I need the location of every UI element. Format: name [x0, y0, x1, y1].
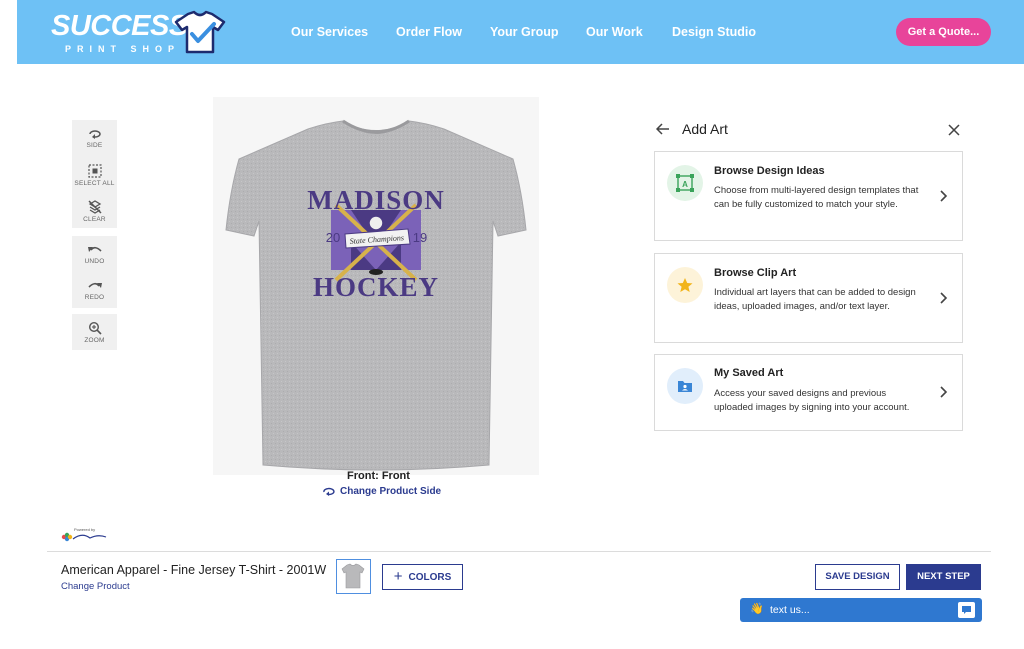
back-arrow-icon[interactable] [656, 122, 670, 136]
nav-our-work[interactable]: Our Work [586, 25, 643, 39]
product-name: American Apparel - Fine Jersey T-Shirt -… [61, 563, 327, 577]
card-description: Individual art layers that can be added … [714, 287, 916, 312]
card-title: Browse Design Ideas [714, 165, 825, 177]
select-all-icon [87, 164, 102, 178]
undo-icon [87, 246, 102, 252]
chevron-right-icon [940, 292, 948, 304]
design-line2: HOCKEY [313, 272, 439, 302]
zoom-button[interactable]: ZOOM [72, 317, 117, 349]
change-product-link[interactable]: Change Product [61, 581, 130, 592]
card-description: Choose from multi-layered design templat… [714, 185, 919, 210]
chevron-right-icon [940, 190, 948, 202]
star-icon [667, 267, 703, 303]
chevron-right-icon [940, 386, 948, 398]
site-header: SUCCESS PRINT SHOP Our Services Order Fl… [17, 0, 1024, 64]
logo-subtitle: PRINT SHOP [65, 44, 181, 54]
change-product-side-link[interactable]: Change Product Side [322, 486, 441, 497]
change-side-label: Change Product Side [340, 486, 442, 497]
select-all-tool-label: SELECT ALL [74, 180, 115, 187]
nav-our-services[interactable]: Our Services [291, 25, 368, 39]
clear-tool-label: CLEAR [83, 216, 106, 223]
panel-title: Add Art [682, 121, 728, 137]
clear-tool-button[interactable]: CLEAR [72, 196, 117, 228]
side-tool-button[interactable]: SIDE [72, 124, 117, 156]
powered-by-logo: Powered by [60, 526, 110, 544]
design-year-right: 19 [413, 230, 427, 245]
powered-by-text: Powered by [74, 527, 95, 532]
undo-button[interactable]: UNDO [72, 240, 117, 272]
nav-your-group[interactable]: Your Group [490, 25, 559, 39]
product-color-thumbnail[interactable] [336, 559, 371, 594]
close-icon[interactable] [947, 123, 961, 137]
history-tool-group: UNDO REDO [72, 236, 117, 308]
waving-hand-icon: 👋 [750, 603, 764, 615]
zoom-icon [88, 321, 102, 335]
next-step-button[interactable]: NEXT STEP [906, 564, 981, 590]
site-logo[interactable]: SUCCESS PRINT SHOP [51, 8, 231, 56]
nav-order-flow[interactable]: Order Flow [396, 25, 462, 39]
undo-label: UNDO [84, 258, 105, 265]
redo-icon [87, 282, 102, 288]
footer-divider [47, 551, 991, 552]
card-title: My Saved Art [714, 367, 784, 379]
zoom-tool-group: ZOOM [72, 314, 117, 350]
logo-shirt-icon [174, 10, 226, 54]
tshirt-image: MADISON 20 19 State Champions HOCKEY [225, 119, 527, 471]
redo-label: REDO [84, 294, 105, 301]
browse-design-ideas-card[interactable]: A Browse Design Ideas Choose from multi-… [654, 151, 963, 241]
colors-button[interactable]: + COLORS [382, 564, 463, 590]
redo-button[interactable]: REDO [72, 276, 117, 308]
select-all-tool-button[interactable]: SELECT ALL [72, 160, 117, 192]
rotate-side-icon [88, 130, 101, 139]
card-description: Access your saved designs and previous u… [714, 388, 910, 413]
design-line1: MADISON [307, 185, 445, 215]
tshirt-thumbnail-icon [341, 563, 365, 589]
save-design-button[interactable]: SAVE DESIGN [815, 564, 900, 590]
design-ideas-icon: A [667, 165, 703, 201]
get-a-quote-button[interactable]: Get a Quote... [896, 18, 991, 46]
nav-design-studio[interactable]: Design Studio [672, 25, 756, 39]
edit-tool-group: SIDE SELECT ALL CLEAR [72, 120, 117, 228]
clear-layers-icon [87, 200, 102, 214]
design-year-left: 20 [326, 230, 340, 245]
text-us-label: text us... [770, 604, 810, 616]
my-saved-art-card[interactable]: My Saved Art Access your saved designs a… [654, 354, 963, 431]
side-tool-label: SIDE [86, 142, 103, 149]
card-title: Browse Clip Art [714, 267, 797, 279]
svg-text:A: A [682, 180, 688, 189]
product-canvas[interactable]: MADISON 20 19 State Champions HOCKEY [213, 97, 539, 475]
chat-icon [958, 602, 975, 618]
browse-clip-art-card[interactable]: Browse Clip Art Individual art layers th… [654, 253, 963, 343]
text-us-widget[interactable]: 👋 text us... [740, 598, 982, 622]
product-side-label: Front: Front [347, 470, 410, 482]
plus-icon: + [393, 568, 403, 585]
folder-user-icon [667, 368, 703, 404]
logo-wordmark: SUCCESS [51, 10, 188, 42]
rotate-icon [323, 487, 335, 496]
zoom-label: ZOOM [84, 337, 105, 344]
colors-button-label: COLORS [408, 572, 452, 583]
